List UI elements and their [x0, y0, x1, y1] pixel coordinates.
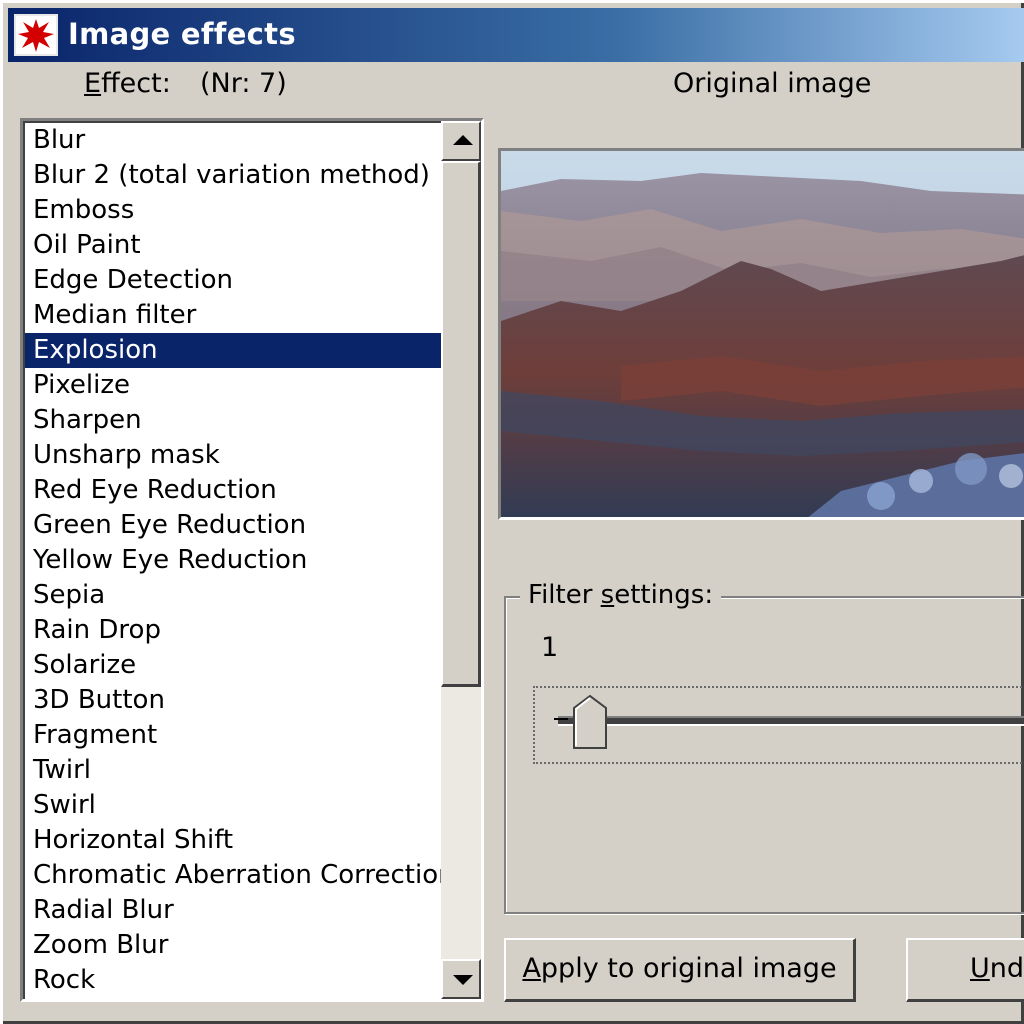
list-item[interactable]: Horizontal Shift [25, 823, 441, 858]
filter-slider-tick [554, 718, 568, 720]
apply-button-mnemonic: A [522, 953, 541, 984]
list-item[interactable]: Fragment [25, 718, 441, 753]
undo-button[interactable]: Und [906, 938, 1024, 1002]
list-item[interactable]: Pixelize [25, 368, 441, 403]
filter-settings-caption: Filter settings: [520, 580, 722, 610]
effect-label-rest: ffect: [101, 68, 171, 99]
list-item[interactable]: Red Eye Reduction [25, 473, 441, 508]
filter-value-label: 1 [541, 632, 559, 663]
list-item[interactable]: Sepia [25, 578, 441, 613]
list-item[interactable]: Twirl [25, 753, 441, 788]
list-item[interactable]: Radial Blur [25, 893, 441, 928]
filter-settings-mnemonic: s [600, 580, 615, 610]
list-item[interactable]: Edge Detection [25, 263, 441, 298]
undo-button-mnemonic: U [970, 953, 990, 984]
arrow-up-icon [453, 135, 473, 145]
app-splat-icon [14, 14, 58, 56]
undo-button-label-rest: nd [989, 953, 1024, 984]
filter-settings-caption-a: Filter [528, 580, 601, 610]
window-title: Image effects [68, 17, 296, 51]
scroll-down-button[interactable] [441, 959, 481, 999]
list-item[interactable]: Blur 2 (total variation method) [25, 158, 441, 193]
canyon-photo [501, 151, 1024, 517]
list-item[interactable]: Solarize [25, 648, 441, 683]
original-image-label: Original image [673, 68, 872, 99]
list-item[interactable]: 3D Button [25, 683, 441, 718]
list-item[interactable]: Unsharp mask [25, 438, 441, 473]
effect-list: Blur Blur 2 (total variation method) Embos… [25, 123, 441, 998]
filter-slider-track[interactable] [558, 716, 1024, 726]
original-image-preview [498, 148, 1024, 520]
effect-number-label: (Nr: 7) [200, 68, 287, 99]
list-item-selected[interactable]: Explosion [25, 333, 441, 368]
list-item[interactable]: Green Eye Reduction [25, 508, 441, 543]
effect-label: Effect: [84, 68, 171, 99]
arrow-down-icon [453, 975, 473, 985]
list-item[interactable]: Zoom Blur [25, 928, 441, 963]
list-item[interactable]: Swirl [25, 788, 441, 823]
list-item[interactable]: Rock [25, 963, 441, 998]
list-item[interactable]: Median filter [25, 298, 441, 333]
list-item[interactable]: Sharpen [25, 403, 441, 438]
scrollbar-thumb[interactable] [441, 161, 481, 687]
apply-to-original-button[interactable]: Apply to original image [504, 938, 856, 1002]
vertical-scrollbar[interactable] [441, 121, 481, 999]
list-item[interactable]: Yellow Eye Reduction [25, 543, 441, 578]
filter-settings-caption-b: ettings: [614, 580, 714, 610]
list-item[interactable]: Emboss [25, 193, 441, 228]
list-item[interactable]: Blur [25, 123, 441, 158]
list-item[interactable]: Rain Drop [25, 613, 441, 648]
list-item[interactable]: Chromatic Aberration Correction [25, 858, 441, 893]
effect-listbox[interactable]: Blur Blur 2 (total variation method) Embos… [20, 118, 484, 1002]
list-item[interactable]: Oil Paint [25, 228, 441, 263]
filter-slider-thumb[interactable] [572, 694, 608, 750]
title-bar[interactable]: Image effects [8, 8, 1024, 62]
scroll-up-button[interactable] [441, 121, 481, 161]
apply-button-label-rest: pply to original image [540, 953, 837, 984]
effect-label-mnemonic: E [84, 68, 102, 99]
